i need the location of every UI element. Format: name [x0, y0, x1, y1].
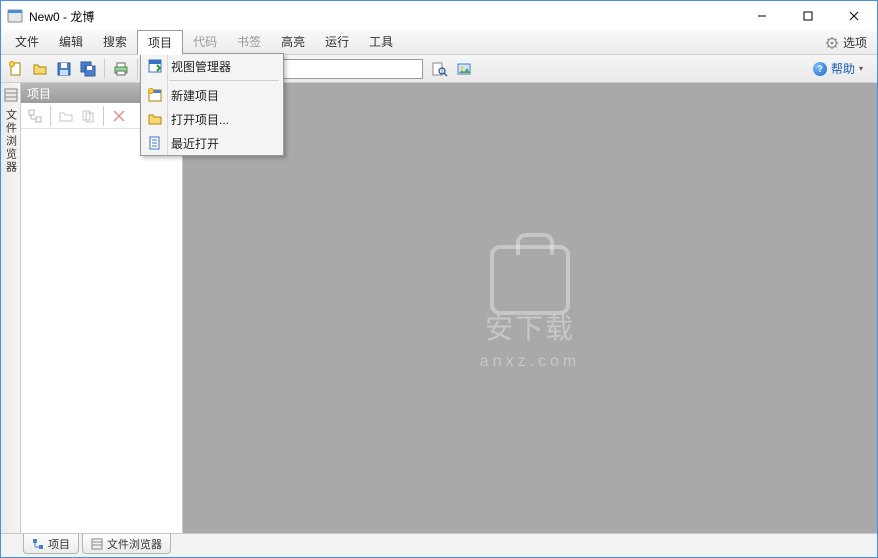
menu-item-label: 最近打开 — [171, 135, 219, 152]
menu-6[interactable]: 高亮 — [271, 30, 315, 55]
file-browser-tab-icon — [91, 538, 103, 550]
find-button[interactable] — [429, 58, 451, 80]
menu-item-label: 打开项目... — [171, 111, 229, 128]
options-link[interactable]: 选项 — [843, 34, 867, 51]
menu-0[interactable]: 文件 — [5, 30, 49, 55]
menu-separator — [169, 80, 279, 81]
maximize-button[interactable] — [785, 1, 831, 31]
toolbar-separator — [137, 59, 138, 79]
menu-4[interactable]: 代码 — [183, 30, 227, 55]
dock-label: 文件浏览器 — [3, 105, 19, 178]
project-menu-dropdown: 视图管理器新建项目打开项目... 最近打开 — [140, 53, 284, 156]
tab-project[interactable]: 项目 — [23, 534, 79, 554]
dock-strip[interactable]: 文件浏览器 — [1, 83, 21, 533]
panel-copy-button[interactable] — [78, 106, 98, 126]
panel-tree-button[interactable] — [25, 106, 45, 126]
watermark-subtext: anxz.com — [480, 353, 580, 371]
tab-file-browser-label: 文件浏览器 — [107, 536, 162, 552]
menu-item-recent[interactable]: 最近打开 — [141, 131, 283, 155]
menu-8[interactable]: 工具 — [359, 30, 403, 55]
window-controls — [739, 1, 877, 31]
titlebar: New0 - 龙博 — [1, 1, 877, 31]
open-folder-icon — [147, 111, 163, 127]
new-project-icon — [147, 87, 163, 103]
menu-5[interactable]: 书签 — [227, 30, 271, 55]
close-button[interactable] — [831, 1, 877, 31]
gear-icon — [825, 36, 839, 50]
panel-separator — [103, 106, 104, 126]
new-file-button[interactable] — [5, 58, 27, 80]
file-browser-icon — [3, 87, 19, 103]
editor-area: 安下载 anxz.com — [183, 83, 877, 533]
save-all-button[interactable] — [77, 58, 99, 80]
menu-item-open-folder[interactable]: 打开项目... — [141, 107, 283, 131]
watermark: 安下载 anxz.com — [480, 245, 580, 371]
views-manager-icon — [147, 58, 163, 74]
menubar: 文件编辑搜索项目代码书签高亮运行工具 选项 — [1, 31, 877, 55]
minimize-button[interactable] — [739, 1, 785, 31]
menu-item-label: 新建项目 — [171, 87, 219, 104]
panel-separator — [50, 106, 51, 126]
menu-item-label: 视图管理器 — [171, 58, 231, 75]
app-icon — [7, 8, 23, 24]
recent-icon — [147, 135, 163, 151]
project-tab-icon — [32, 538, 44, 550]
panel-open-button[interactable] — [56, 106, 76, 126]
save-button[interactable] — [53, 58, 75, 80]
help-link[interactable]: 帮助 — [831, 60, 855, 77]
chevron-down-icon[interactable]: ▾ — [859, 64, 863, 73]
menu-item-new-project[interactable]: 新建项目 — [141, 83, 283, 107]
menu-1[interactable]: 编辑 — [49, 30, 93, 55]
open-file-button[interactable] — [29, 58, 51, 80]
toolbar-separator — [104, 59, 105, 79]
toolbar: ? 帮助 ▾ — [1, 55, 877, 83]
project-tree[interactable] — [21, 129, 182, 533]
help-icon: ? — [813, 62, 827, 76]
menu-7[interactable]: 运行 — [315, 30, 359, 55]
window-title: New0 - 龙博 — [29, 8, 739, 25]
tab-file-browser[interactable]: 文件浏览器 — [82, 534, 171, 554]
main-area: 文件浏览器 项目 安下载 anxz.com — [1, 83, 877, 533]
menu-item-views-manager[interactable]: 视图管理器 — [141, 54, 283, 78]
panel-delete-button[interactable] — [109, 106, 129, 126]
bottom-tabs: 项目 文件浏览器 — [1, 533, 877, 557]
image-button[interactable] — [453, 58, 475, 80]
tab-project-label: 项目 — [48, 536, 70, 552]
menu-2[interactable]: 搜索 — [93, 30, 137, 55]
menu-3[interactable]: 项目 — [137, 30, 183, 55]
print-button[interactable] — [110, 58, 132, 80]
